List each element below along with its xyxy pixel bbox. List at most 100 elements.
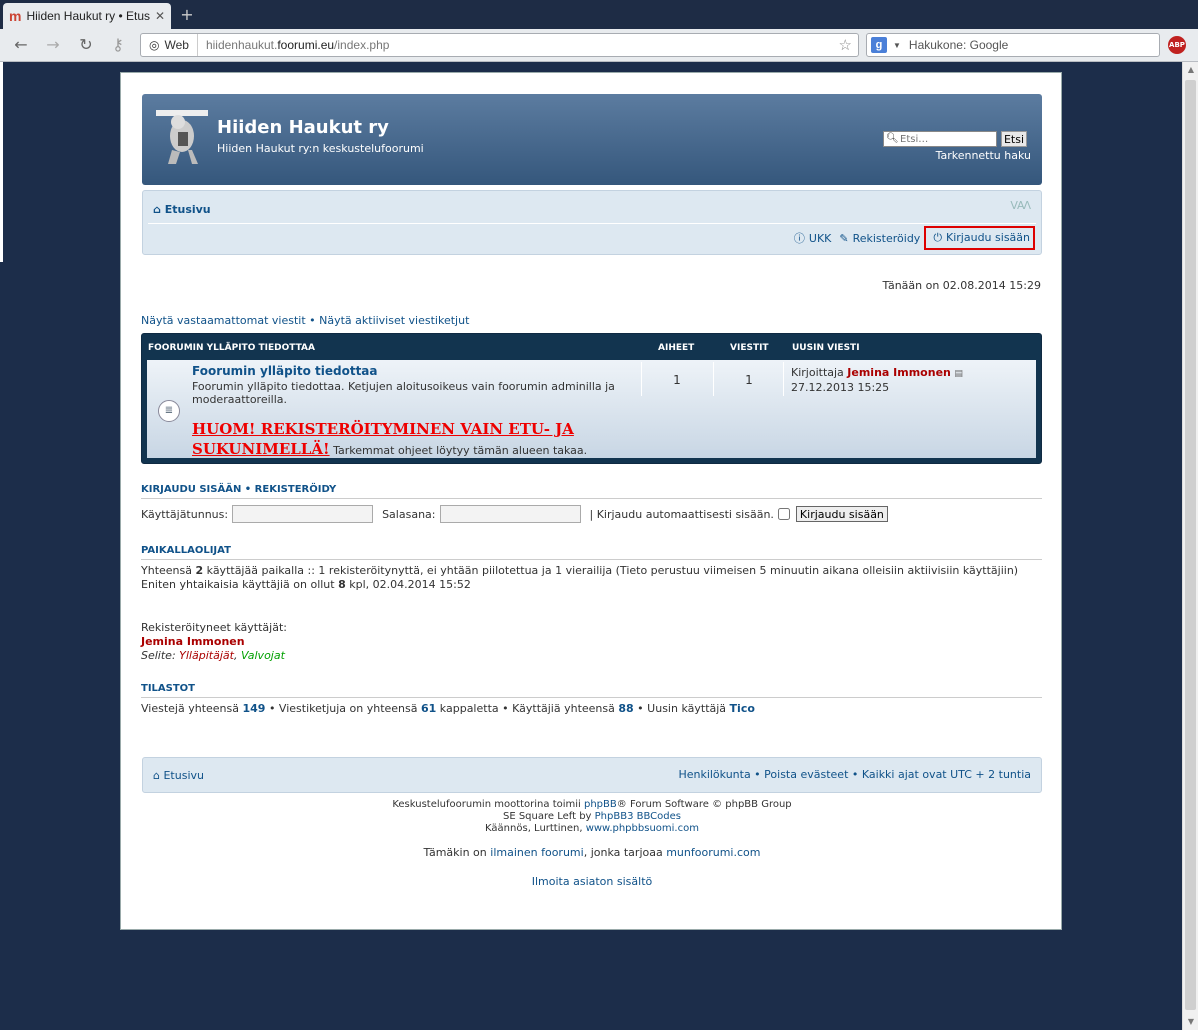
browser-tab[interactable]: m Hiiden Haukut ry • Etus... ✕ xyxy=(3,3,171,29)
online-summary: Yhteensä 2 käyttäjää paikalla :: 1 rekis… xyxy=(141,564,1019,591)
back-icon[interactable]: ← xyxy=(10,35,32,55)
search-box: 🔍︎ Etsi xyxy=(883,131,1027,147)
report-content-link[interactable]: Ilmoita asiaton sisältö xyxy=(142,875,1042,888)
free-forum-note: Tämäkin on ilmainen foorumi, jonka tarjo… xyxy=(423,846,761,859)
dropdown-arrow-icon[interactable]: ▼ xyxy=(893,41,901,50)
search-input[interactable] xyxy=(883,131,997,147)
stats-section-title: TILASTOT xyxy=(141,683,1042,698)
bbcodes-link[interactable]: PhpBB3 BBCodes xyxy=(595,811,681,822)
web-label: Web xyxy=(164,38,189,52)
site-info[interactable]: ◎ Web xyxy=(141,34,198,56)
home-icon: ⌂ xyxy=(153,769,164,782)
page-scrollbar[interactable]: ▲ ▼ xyxy=(1182,62,1198,1030)
tab-title: Hiiden Haukut ry • Etus... xyxy=(26,9,151,23)
browser-toolbar: ← → ↻ ⚷ ◎ Web hiidenhaukut.foorumi.eu/ind… xyxy=(0,29,1198,62)
footer-home-link[interactable]: ⌂ Etusivu xyxy=(153,769,204,782)
url-text[interactable]: hiidenhaukut.foorumi.eu/index.php xyxy=(198,38,839,52)
search-icon: 🔍︎ xyxy=(886,133,899,144)
forum-read-icon: ≣ xyxy=(158,400,180,422)
globe-icon: ◎ xyxy=(149,38,160,52)
auto-login-checkbox[interactable] xyxy=(777,508,790,520)
login-form: Käyttäjätunnus: Salasana: | Kirjaudu aut… xyxy=(141,505,888,523)
view-latest-post-icon[interactable]: ▤ xyxy=(954,369,963,379)
browser-chrome: m Hiiden Haukut ry • Etus... ✕ + ← → ↻ ⚷… xyxy=(0,0,1198,62)
legend-moderators[interactable]: Valvojat xyxy=(241,649,285,662)
online-section-title: PAIKALLAOLIJAT xyxy=(141,545,1042,560)
footer-links[interactable]: Henkilökunta • Poista evästeet • Kaikki … xyxy=(678,768,1031,781)
col-divider xyxy=(713,362,714,396)
scroll-up-icon[interactable]: ▲ xyxy=(1183,62,1198,78)
google-icon: g xyxy=(871,37,887,53)
col-last-post: UUSIN VIESTI xyxy=(792,343,860,353)
forum-row: ≣ Foorumin ylläpito tiedottaa Foorumin y… xyxy=(147,360,1036,458)
password-input[interactable] xyxy=(439,505,581,523)
search-button[interactable]: Etsi xyxy=(1001,131,1027,147)
site-header: Hiiden Haukut ry Hiiden Haukut ry:n kesk… xyxy=(142,94,1042,185)
favicon-icon: m xyxy=(9,8,22,24)
forum-title[interactable]: Foorumin ylläpito tiedottaa xyxy=(192,364,378,378)
warning-more: Tarkemmat ohjeet löytyy tämän alueen tak… xyxy=(329,444,588,457)
adblock-icon[interactable]: ABP xyxy=(1168,36,1186,54)
new-tab-icon[interactable]: + xyxy=(177,6,197,24)
site-name[interactable]: Hiiden Haukut ry xyxy=(217,117,389,138)
copyright: Keskustelufoorumin moottorina toimii php… xyxy=(392,799,792,834)
forum-category-header: FOORUMIN YLLÄPITO TIEDOTTAA AIHEET VIEST… xyxy=(142,334,1041,360)
login-section-title[interactable]: KIRJAUDU SISÄÄN • REKISTERÖIDY xyxy=(141,484,1042,499)
password-label: Salasana: xyxy=(382,507,436,521)
breadcrumb-home[interactable]: ⌂ Etusivu xyxy=(153,203,211,216)
col-topics: AIHEET xyxy=(658,343,695,353)
address-bar[interactable]: ◎ Web hiidenhaukut.foorumi.eu/index.php ☆ xyxy=(140,33,859,57)
last-post-by: Kirjoittaja xyxy=(791,366,848,379)
scroll-down-icon[interactable]: ▼ xyxy=(1183,1014,1198,1030)
topics-count: 1 xyxy=(673,373,681,387)
site-description: Hiiden Haukut ry:n keskustelufoorumi xyxy=(217,142,424,155)
key-icon[interactable]: ⚷ xyxy=(107,35,129,55)
registered-user-link[interactable]: Jemina Immonen xyxy=(141,635,245,648)
browser-search[interactable]: g ▼ Hakukone: Google xyxy=(866,33,1160,57)
col-posts: VIESTIT xyxy=(730,343,769,353)
last-post-info: Kirjoittaja Jemina Immonen ▤ 27.12.2013 … xyxy=(791,366,963,394)
col-divider xyxy=(783,362,784,396)
font-size-control[interactable]: ᐯAᐱ xyxy=(1010,199,1031,212)
registered-users: Rekisteröityneet käyttäjät: Jemina Immon… xyxy=(141,621,1021,663)
power-icon: ⏻ xyxy=(933,231,943,244)
forum-category: FOORUMIN YLLÄPITO TIEDOTTAA AIHEET VIEST… xyxy=(141,333,1042,464)
munfoorumi-link[interactable]: munfoorumi.com xyxy=(666,846,760,859)
legend-admins[interactable]: Ylläpitäjät xyxy=(179,649,234,662)
category-title[interactable]: FOORUMIN YLLÄPITO TIEDOTTAA xyxy=(148,343,315,353)
quick-links[interactable]: Näytä vastaamattomat viestit • Näytä akt… xyxy=(141,314,469,327)
home-icon: ⌂ xyxy=(153,203,165,216)
site-logo[interactable] xyxy=(154,106,210,166)
register-icon: ✎ xyxy=(839,231,849,245)
forum-description: Foorumin ylläpito tiedottaa. Ketjujen al… xyxy=(192,380,615,406)
registered-label: Rekisteröityneet käyttäjät: xyxy=(141,621,287,634)
navbar: ⌂ Etusivu ᐯAᐱ ⓘ UKK ✎ Rekisteröidy ⏻ Kirjau… xyxy=(142,190,1042,255)
navbar-links: ⓘ UKK ✎ Rekisteröidy ⏻ Kirjaudu sisään xyxy=(786,226,1035,250)
register-link[interactable]: ✎ Rekisteröidy xyxy=(835,232,920,245)
help-icon: ⓘ xyxy=(793,232,805,245)
login-button[interactable]: Kirjaudu sisään xyxy=(795,506,888,522)
scroll-thumb[interactable] xyxy=(1185,80,1196,1010)
forum-page: Hiiden Haukut ry Hiiden Haukut ry:n kesk… xyxy=(120,72,1062,930)
legend: Selite: Ylläpitäjät, Valvojat xyxy=(141,649,285,662)
col-divider xyxy=(641,362,642,396)
forward-icon[interactable]: → xyxy=(42,35,64,55)
free-forum-link[interactable]: ilmainen foorumi xyxy=(490,846,583,859)
username-input[interactable] xyxy=(232,505,374,523)
left-edge xyxy=(0,62,3,262)
phpbb-link[interactable]: phpBB xyxy=(584,799,617,810)
login-link[interactable]: ⏻ Kirjaudu sisään xyxy=(924,226,1035,250)
close-tab-icon[interactable]: ✕ xyxy=(155,9,165,23)
footer-navbar: ⌂ Etusivu Henkilökunta • Poista evästeet… xyxy=(142,757,1042,793)
stats-line: Viestejä yhteensä 149 • Viestiketjuja on… xyxy=(141,702,755,715)
forum-warning: HUOM! REKISTERÖITYMINEN VAIN ETU- JA SUK… xyxy=(192,420,632,460)
bookmark-star-icon[interactable]: ☆ xyxy=(839,36,858,54)
newest-user-link[interactable]: Tico xyxy=(730,702,755,715)
phpbbsuomi-link[interactable]: www.phpbbsuomi.com xyxy=(586,823,699,834)
last-post-user[interactable]: Jemina Immonen xyxy=(847,366,951,379)
reload-icon[interactable]: ↻ xyxy=(75,35,97,55)
tab-strip: m Hiiden Haukut ry • Etus... ✕ + xyxy=(0,0,1198,29)
home-label: Etusivu xyxy=(164,203,211,216)
faq-link[interactable]: ⓘ UKK xyxy=(790,230,831,246)
advanced-search-link[interactable]: Tarkennettu haku xyxy=(936,149,1031,162)
